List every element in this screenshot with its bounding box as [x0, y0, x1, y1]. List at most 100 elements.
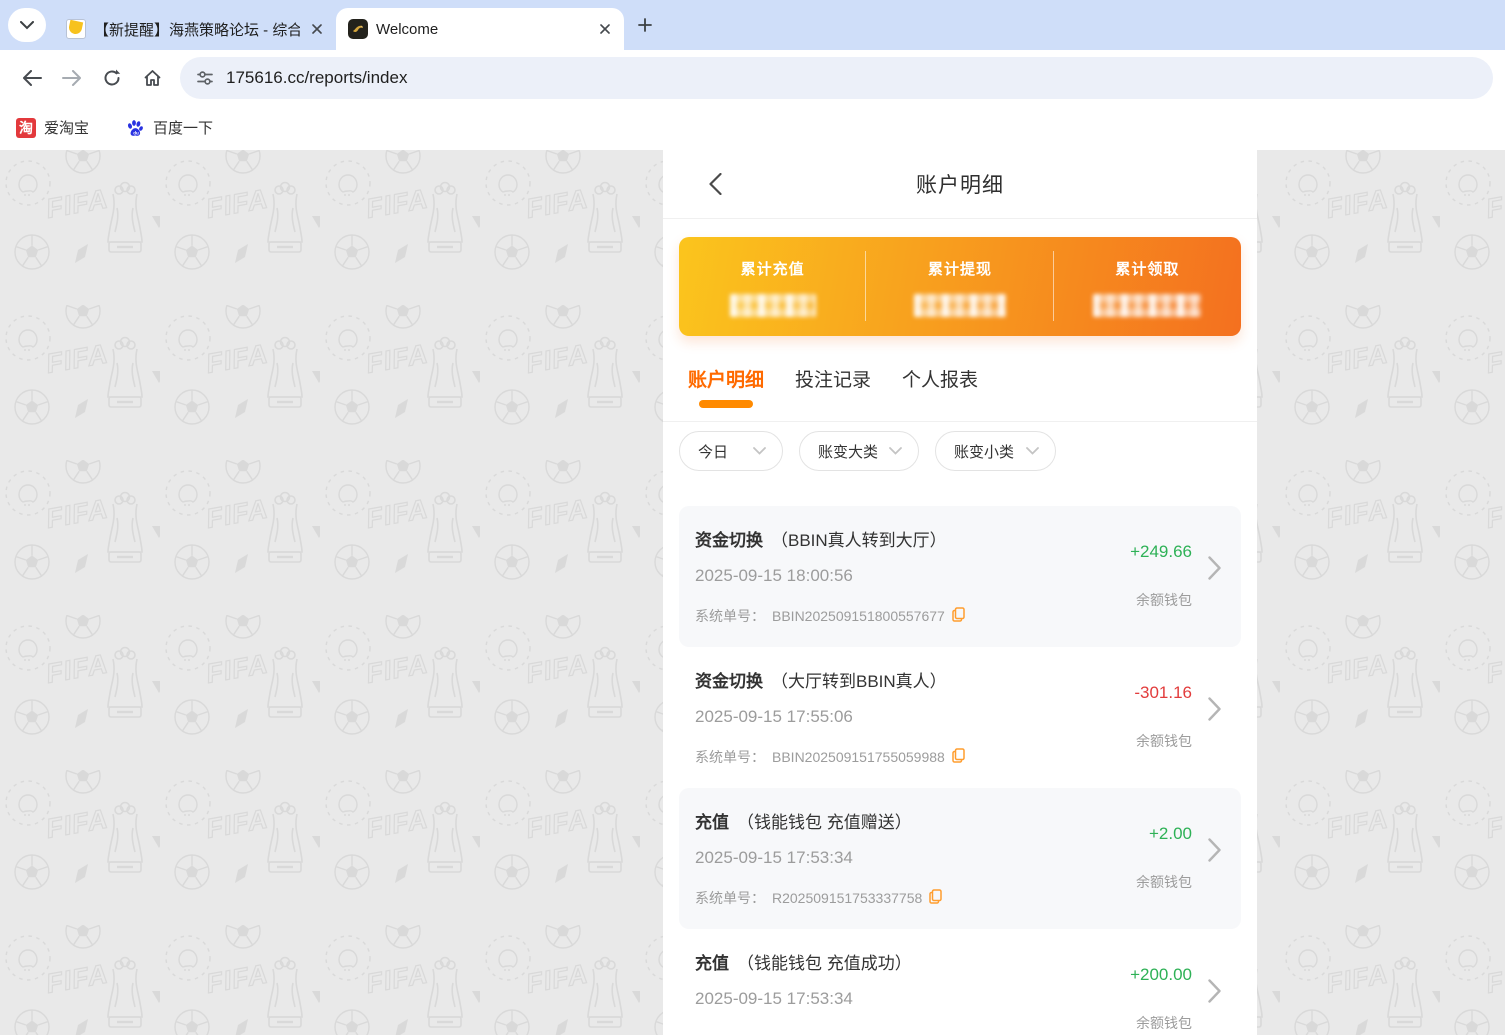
url-text: 175616.cc/reports/index [226, 68, 407, 88]
page-content: FIFA 账户明细 [0, 150, 1505, 1035]
tab-forum[interactable]: 【新提醒】海燕策略论坛 - 综合 [54, 8, 336, 50]
plus-icon [638, 18, 652, 32]
tab-title: Welcome [376, 21, 588, 38]
browser-toolbar: 175616.cc/reports/index [0, 50, 1505, 105]
stat-label: 累计充值 [679, 258, 866, 279]
baidu-paw-icon: du [125, 118, 145, 138]
tab-title: 【新提醒】海燕策略论坛 - 综合 [94, 19, 300, 40]
chevron-right-icon[interactable] [1208, 697, 1221, 726]
order-label: 系统单号： [695, 747, 765, 767]
transaction-wallet: 余额钱包 [1136, 1013, 1192, 1033]
transaction-type: 资金切换 [695, 531, 763, 550]
yellow-mail-icon [66, 19, 86, 39]
transaction-card[interactable]: 资金切换 （大厅转到BBIN真人） 2025-09-15 17:55:06 系统单… [679, 647, 1241, 788]
transaction-card[interactable]: 充值（钱能钱包 充值成功） 2025-09-15 17:53:34 +200.0… [679, 929, 1241, 1035]
filter-row: 今日 账变大类 账变小类 [663, 422, 1257, 481]
stat-total-withdrawal: 累计提现 [866, 237, 1053, 336]
transaction-order-row: 系统单号：BBIN202509151755059988 [695, 747, 965, 767]
copy-icon[interactable] [952, 748, 965, 766]
chevron-down-icon [753, 447, 766, 455]
order-label: 系统单号： [695, 606, 765, 626]
transaction-type: 资金切换 [695, 672, 763, 691]
tab-account-detail[interactable]: 账户明细 [688, 365, 764, 414]
copy-icon[interactable] [929, 889, 942, 907]
bookmark-baidu[interactable]: du 百度一下 [125, 117, 213, 138]
transaction-type: 充值 [695, 954, 729, 973]
chevron-left-icon [709, 173, 722, 195]
page-title: 账户明细 [916, 169, 1004, 199]
tab-personal-report[interactable]: 个人报表 [902, 365, 978, 414]
transaction-datetime: 2025-09-15 17:55:06 [695, 707, 853, 727]
transaction-wallet: 余额钱包 [1136, 731, 1192, 751]
close-tab-icon[interactable] [308, 20, 326, 38]
chevron-right-icon[interactable] [1208, 838, 1221, 867]
filter-label: 账变小类 [954, 441, 1014, 462]
back-arrow-icon [22, 70, 42, 86]
tab-search-button[interactable] [8, 8, 46, 42]
chevron-right-icon[interactable] [1208, 556, 1221, 585]
transaction-amount: +249.66 [1130, 542, 1192, 562]
transaction-amount: -301.16 [1134, 683, 1192, 703]
transaction-detail: （钱能钱包 充值赠送） [737, 813, 912, 832]
transaction-list: 资金切换（BBIN真人转到大厅） 2025-09-15 18:00:56 系统单… [663, 481, 1257, 1035]
back-button[interactable] [12, 58, 52, 98]
chevron-down-icon [20, 21, 34, 30]
tab-strip: 【新提醒】海燕策略论坛 - 综合 Welcome [0, 0, 1505, 50]
transaction-detail: （大厅转到BBIN真人） [771, 672, 947, 691]
blurred-value [914, 294, 1006, 317]
transaction-order-row: 系统单号：R202509151753337758 [695, 888, 942, 908]
stat-total-claimed: 累计领取 [1054, 237, 1241, 336]
browser-window: 【新提醒】海燕策略论坛 - 综合 Welcome [0, 0, 1505, 1035]
transaction-type: 充值 [695, 813, 729, 832]
filter-category-dropdown[interactable]: 账变大类 [799, 431, 919, 471]
home-button[interactable] [132, 58, 172, 98]
panel-header: 账户明细 [663, 150, 1257, 219]
forward-button[interactable] [52, 58, 92, 98]
order-number: BBIN202509151800557677 [772, 608, 945, 624]
bookmark-label: 爱淘宝 [44, 117, 89, 138]
site-settings-icon [196, 69, 214, 87]
stat-total-deposit: 累计充值 [679, 237, 866, 336]
summary-card: 累计充值 累计提现 累计领取 [679, 237, 1241, 336]
transaction-card[interactable]: 资金切换（BBIN真人转到大厅） 2025-09-15 18:00:56 系统单… [679, 506, 1241, 647]
transaction-datetime: 2025-09-15 17:53:34 [695, 848, 853, 868]
tab-welcome[interactable]: Welcome [336, 8, 624, 50]
transaction-title: 资金切换（BBIN真人转到大厅） [695, 526, 947, 551]
chevron-right-icon[interactable] [1208, 979, 1221, 1008]
transaction-datetime: 2025-09-15 17:53:34 [695, 989, 853, 1009]
address-bar[interactable]: 175616.cc/reports/index [180, 57, 1493, 99]
transaction-title: 充值（钱能钱包 充值成功） [695, 949, 912, 974]
chevron-down-icon [889, 447, 902, 455]
order-label: 系统单号： [695, 888, 765, 908]
summary-section: 累计充值 累计提现 累计领取 [663, 219, 1257, 336]
transaction-title: 资金切换 （大厅转到BBIN真人） [695, 667, 947, 692]
transaction-wallet: 余额钱包 [1136, 872, 1192, 892]
bookmarks-bar: 淘 爱淘宝 du 百度一下 [0, 105, 1505, 150]
transaction-card[interactable]: 充值 （钱能钱包 充值赠送） 2025-09-15 17:53:34 系统单号：R… [679, 788, 1241, 929]
blurred-value [730, 294, 816, 317]
copy-icon[interactable] [952, 607, 965, 625]
taobao-icon: 淘 [16, 118, 36, 138]
transaction-amount: +2.00 [1149, 824, 1192, 844]
back-nav-button[interactable] [693, 150, 737, 218]
transaction-title: 充值 （钱能钱包 充值赠送） [695, 808, 912, 833]
section-tabs: 账户明细 投注记录 个人报表 [663, 336, 1257, 422]
new-tab-button[interactable] [630, 10, 660, 40]
stat-label: 累计提现 [866, 258, 1053, 279]
bookmark-aitaobao[interactable]: 淘 爱淘宝 [16, 117, 89, 138]
gold-dragon-icon [348, 19, 368, 39]
reload-button[interactable] [92, 58, 132, 98]
filter-label: 账变大类 [818, 441, 878, 462]
transaction-amount: +200.00 [1130, 965, 1192, 985]
filter-subcategory-dropdown[interactable]: 账变小类 [935, 431, 1056, 471]
stat-label: 累计领取 [1054, 258, 1241, 279]
filter-date-dropdown[interactable]: 今日 [679, 431, 783, 471]
blurred-value [1093, 294, 1201, 317]
filter-label: 今日 [698, 441, 728, 462]
tab-bet-records[interactable]: 投注记录 [795, 365, 871, 414]
svg-text:du: du [133, 130, 139, 135]
transaction-datetime: 2025-09-15 18:00:56 [695, 566, 853, 586]
account-detail-panel: 账户明细 累计充值 累计提现 累计领取 [663, 150, 1257, 1035]
bookmark-label: 百度一下 [153, 117, 213, 138]
close-tab-icon[interactable] [596, 20, 614, 38]
